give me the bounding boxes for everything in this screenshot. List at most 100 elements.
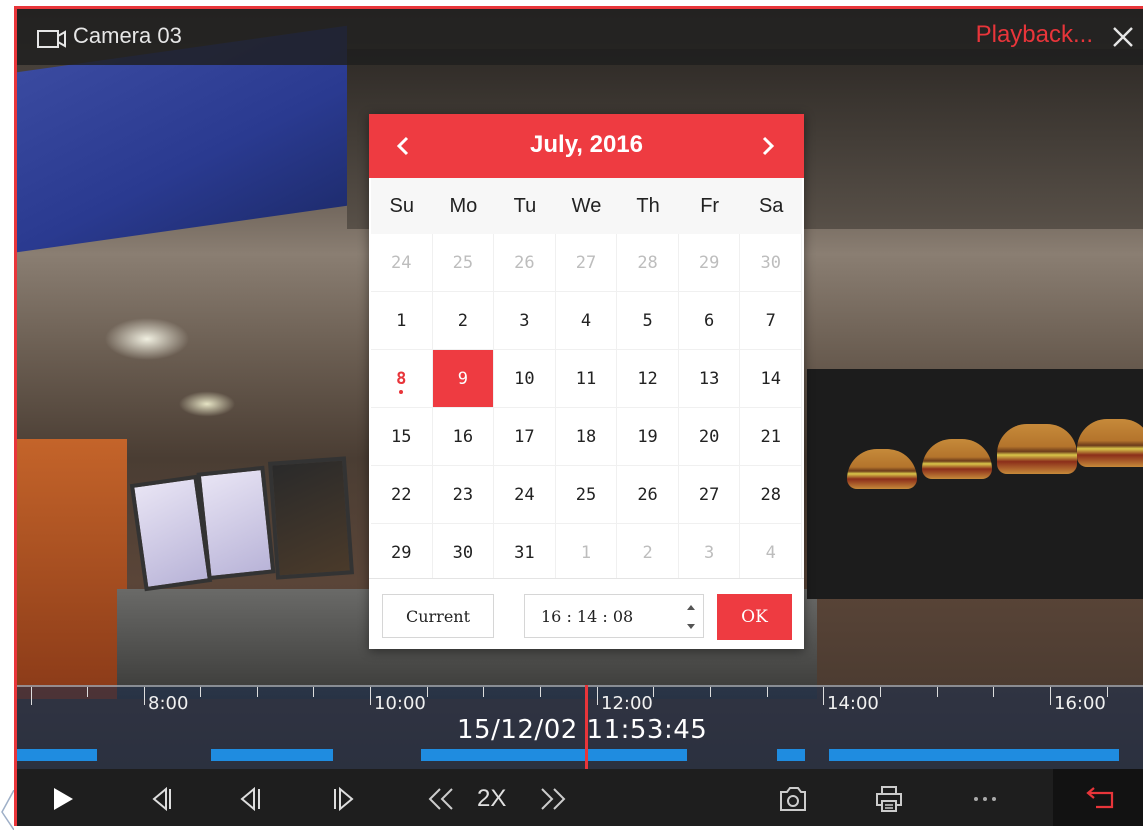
time-input[interactable]: 16 : 14 : 08 bbox=[524, 594, 704, 638]
time-spinner[interactable] bbox=[685, 603, 697, 631]
timeline-tick bbox=[257, 687, 258, 697]
calendar-day[interactable]: 4 bbox=[555, 292, 618, 350]
step-back-button[interactable] bbox=[231, 779, 271, 819]
calendar-day[interactable]: 15 bbox=[371, 408, 433, 466]
calendar-day[interactable]: 27 bbox=[678, 466, 741, 524]
calendar-day[interactable]: 2 bbox=[617, 524, 679, 582]
camera-title: Camera 03 bbox=[73, 23, 182, 48]
recording-segment[interactable] bbox=[421, 749, 687, 761]
calendar-day[interactable]: 5 bbox=[617, 292, 679, 350]
calendar-day[interactable]: 2 bbox=[432, 292, 495, 350]
timeline-tick bbox=[767, 687, 768, 697]
calendar-day[interactable]: 23 bbox=[432, 466, 495, 524]
recording-segment[interactable] bbox=[829, 749, 1119, 761]
timeline-tick bbox=[31, 687, 32, 705]
calendar-day-selected[interactable]: 9 bbox=[432, 350, 495, 408]
video-menu-board bbox=[807, 369, 1143, 599]
calendar-day[interactable]: 25 bbox=[555, 466, 618, 524]
calendar-day[interactable]: 28 bbox=[617, 234, 679, 292]
playback-timeline[interactable]: 8:00 10:00 12:00 14:00 16:00 15/12/02 11… bbox=[17, 685, 1143, 769]
slower-button[interactable] bbox=[421, 779, 461, 819]
calendar-header: July, 2016 bbox=[369, 114, 804, 178]
snapshot-icon bbox=[780, 787, 806, 811]
calendar-week-row: 22 23 24 25 26 27 28 bbox=[371, 466, 802, 524]
step-forward-button[interactable] bbox=[323, 779, 363, 819]
timeline-label: 14:00 bbox=[827, 693, 879, 714]
faster-icon bbox=[541, 788, 566, 810]
calendar-day[interactable]: 13 bbox=[678, 350, 741, 408]
calendar-day[interactable]: 29 bbox=[371, 524, 433, 582]
weekday-header-row: Su Mo Tu We Th Fr Sa bbox=[371, 178, 802, 234]
calendar-day[interactable]: 18 bbox=[555, 408, 618, 466]
spin-up-icon[interactable] bbox=[686, 603, 696, 611]
video-burger bbox=[922, 439, 992, 479]
timeline-tick bbox=[483, 687, 484, 697]
calendar-day[interactable]: 30 bbox=[432, 524, 495, 582]
calendar-day[interactable]: 11 bbox=[555, 350, 618, 408]
calendar-day[interactable]: 21 bbox=[740, 408, 802, 466]
calendar-day[interactable]: 30 bbox=[740, 234, 802, 292]
calendar-week-row: 1 2 3 4 5 6 7 bbox=[371, 292, 802, 350]
calendar-day[interactable]: 17 bbox=[494, 408, 556, 466]
slower-icon bbox=[428, 788, 453, 810]
timeline-tick bbox=[937, 687, 938, 697]
video-burger bbox=[847, 449, 917, 489]
close-icon[interactable] bbox=[1109, 23, 1137, 51]
calendar-day-today[interactable]: 8 bbox=[371, 350, 433, 408]
calendar-day[interactable]: 29 bbox=[678, 234, 741, 292]
calendar-day[interactable]: 22 bbox=[371, 466, 433, 524]
calendar-day[interactable]: 16 bbox=[432, 408, 495, 466]
calendar-day[interactable]: 6 bbox=[678, 292, 741, 350]
step-forward-icon bbox=[334, 787, 354, 811]
more-button[interactable] bbox=[965, 779, 1005, 819]
chevron-right-icon bbox=[762, 136, 775, 156]
calendar-day[interactable]: 20 bbox=[678, 408, 741, 466]
calendar-day[interactable]: 1 bbox=[371, 292, 433, 350]
calendar-day[interactable]: 25 bbox=[432, 234, 495, 292]
calendar-day[interactable]: 26 bbox=[617, 466, 679, 524]
calendar-week-row: 15 16 17 18 19 20 21 bbox=[371, 408, 802, 466]
faster-button[interactable] bbox=[533, 779, 573, 819]
timeline-tick bbox=[427, 687, 428, 697]
print-button[interactable] bbox=[869, 779, 909, 819]
recording-segment[interactable] bbox=[777, 749, 805, 761]
ok-button[interactable]: OK bbox=[717, 594, 792, 640]
calendar-day[interactable]: 26 bbox=[494, 234, 556, 292]
calendar-day[interactable]: 19 bbox=[617, 408, 679, 466]
calendar-day[interactable]: 1 bbox=[555, 524, 618, 582]
play-button[interactable] bbox=[43, 779, 83, 819]
weekday-label: Mo bbox=[449, 194, 478, 217]
weekday-label: Fr bbox=[700, 194, 720, 217]
calendar-day[interactable]: 10 bbox=[494, 350, 556, 408]
exit-playback-button[interactable] bbox=[1079, 779, 1119, 819]
calendar-week-row: 8 9 10 11 12 13 14 bbox=[371, 350, 802, 408]
timeline-tick bbox=[880, 687, 881, 697]
calendar-day[interactable]: 4 bbox=[740, 524, 802, 582]
weekday-label: Th bbox=[636, 194, 660, 217]
calendar-day[interactable]: 31 bbox=[494, 524, 556, 582]
calendar-day[interactable]: 7 bbox=[740, 292, 802, 350]
calendar-day[interactable]: 24 bbox=[494, 466, 556, 524]
frame-back-button[interactable] bbox=[141, 779, 181, 819]
calendar-day[interactable]: 3 bbox=[494, 292, 556, 350]
playback-mode-label[interactable]: Playback... bbox=[976, 21, 1093, 49]
snapshot-button[interactable] bbox=[773, 779, 813, 819]
recording-segment[interactable] bbox=[211, 749, 333, 761]
playback-timestamp: 15/12/02 11:53:45 bbox=[457, 715, 708, 745]
playback-speed: 2X bbox=[477, 785, 507, 812]
recording-segment[interactable] bbox=[17, 749, 97, 761]
timeline-playhead[interactable] bbox=[585, 685, 588, 769]
next-month-button[interactable] bbox=[750, 128, 786, 164]
timeline-tick bbox=[540, 687, 541, 697]
calendar-day[interactable]: 27 bbox=[555, 234, 618, 292]
calendar-day[interactable]: 28 bbox=[740, 466, 802, 524]
calendar-day[interactable]: 3 bbox=[678, 524, 741, 582]
time-value: 16 : 14 : 08 bbox=[541, 606, 634, 626]
timeline-tick bbox=[313, 687, 314, 697]
spin-down-icon[interactable] bbox=[686, 623, 696, 631]
video-menu-lightbox bbox=[196, 465, 276, 581]
calendar-day[interactable]: 14 bbox=[740, 350, 802, 408]
current-time-button[interactable]: Current bbox=[382, 594, 494, 638]
calendar-day[interactable]: 24 bbox=[371, 234, 433, 292]
calendar-day[interactable]: 12 bbox=[617, 350, 679, 408]
